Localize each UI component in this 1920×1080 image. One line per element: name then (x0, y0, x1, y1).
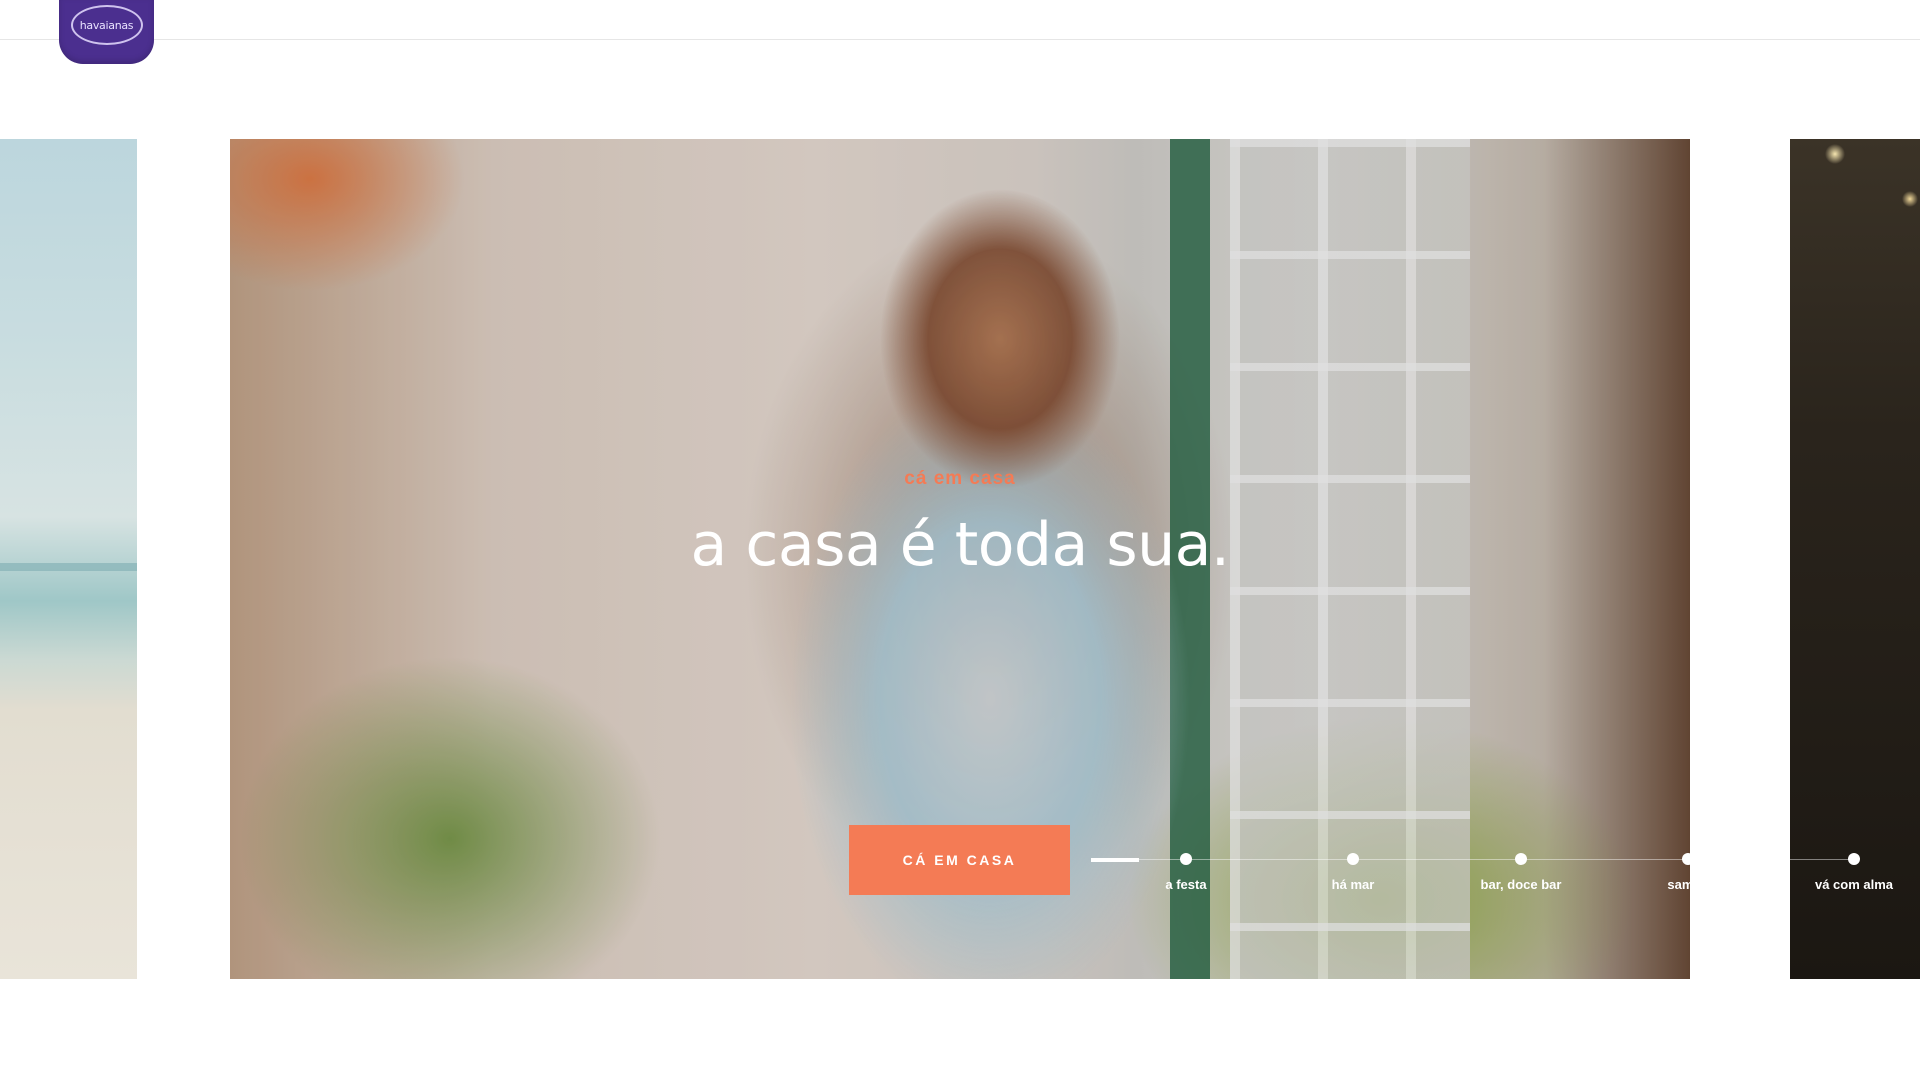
nav-item-label: samba (1667, 877, 1709, 892)
nav-item-label: há mar (1331, 877, 1375, 892)
logo-text: havaianas (70, 5, 143, 45)
hero-headline: a casa é toda sua. (690, 510, 1230, 580)
nav-dot-icon (1180, 853, 1192, 865)
hero-kicker: cá em casa (904, 468, 1016, 489)
nav-dot-icon (1848, 853, 1860, 865)
carousel-slide-previous[interactable] (0, 139, 137, 979)
cta-button[interactable]: CÁ EM CASA (849, 825, 1070, 895)
carousel-nav-item-va-com-alma[interactable]: vá com alma (1794, 853, 1914, 892)
nav-item-label: bar, doce bar (1480, 877, 1562, 892)
brand-logo[interactable]: havaianas (59, 0, 154, 64)
nav-item-label: a festa (1165, 877, 1207, 892)
nav-item-label: vá com alma (1814, 877, 1894, 892)
carousel-nav-item-a-festa[interactable]: a festa (1126, 853, 1246, 892)
top-navigation-bar (0, 0, 1920, 40)
nav-dot-icon (1682, 853, 1694, 865)
nav-dot-icon (1347, 853, 1359, 865)
carousel-nav-item-bar-doce-bar[interactable]: bar, doce bar (1461, 853, 1581, 892)
carousel-nav-item-samba[interactable]: samba (1628, 853, 1748, 892)
carousel-nav-item-ha-mar[interactable]: há mar (1293, 853, 1413, 892)
nav-dot-icon (1515, 853, 1527, 865)
